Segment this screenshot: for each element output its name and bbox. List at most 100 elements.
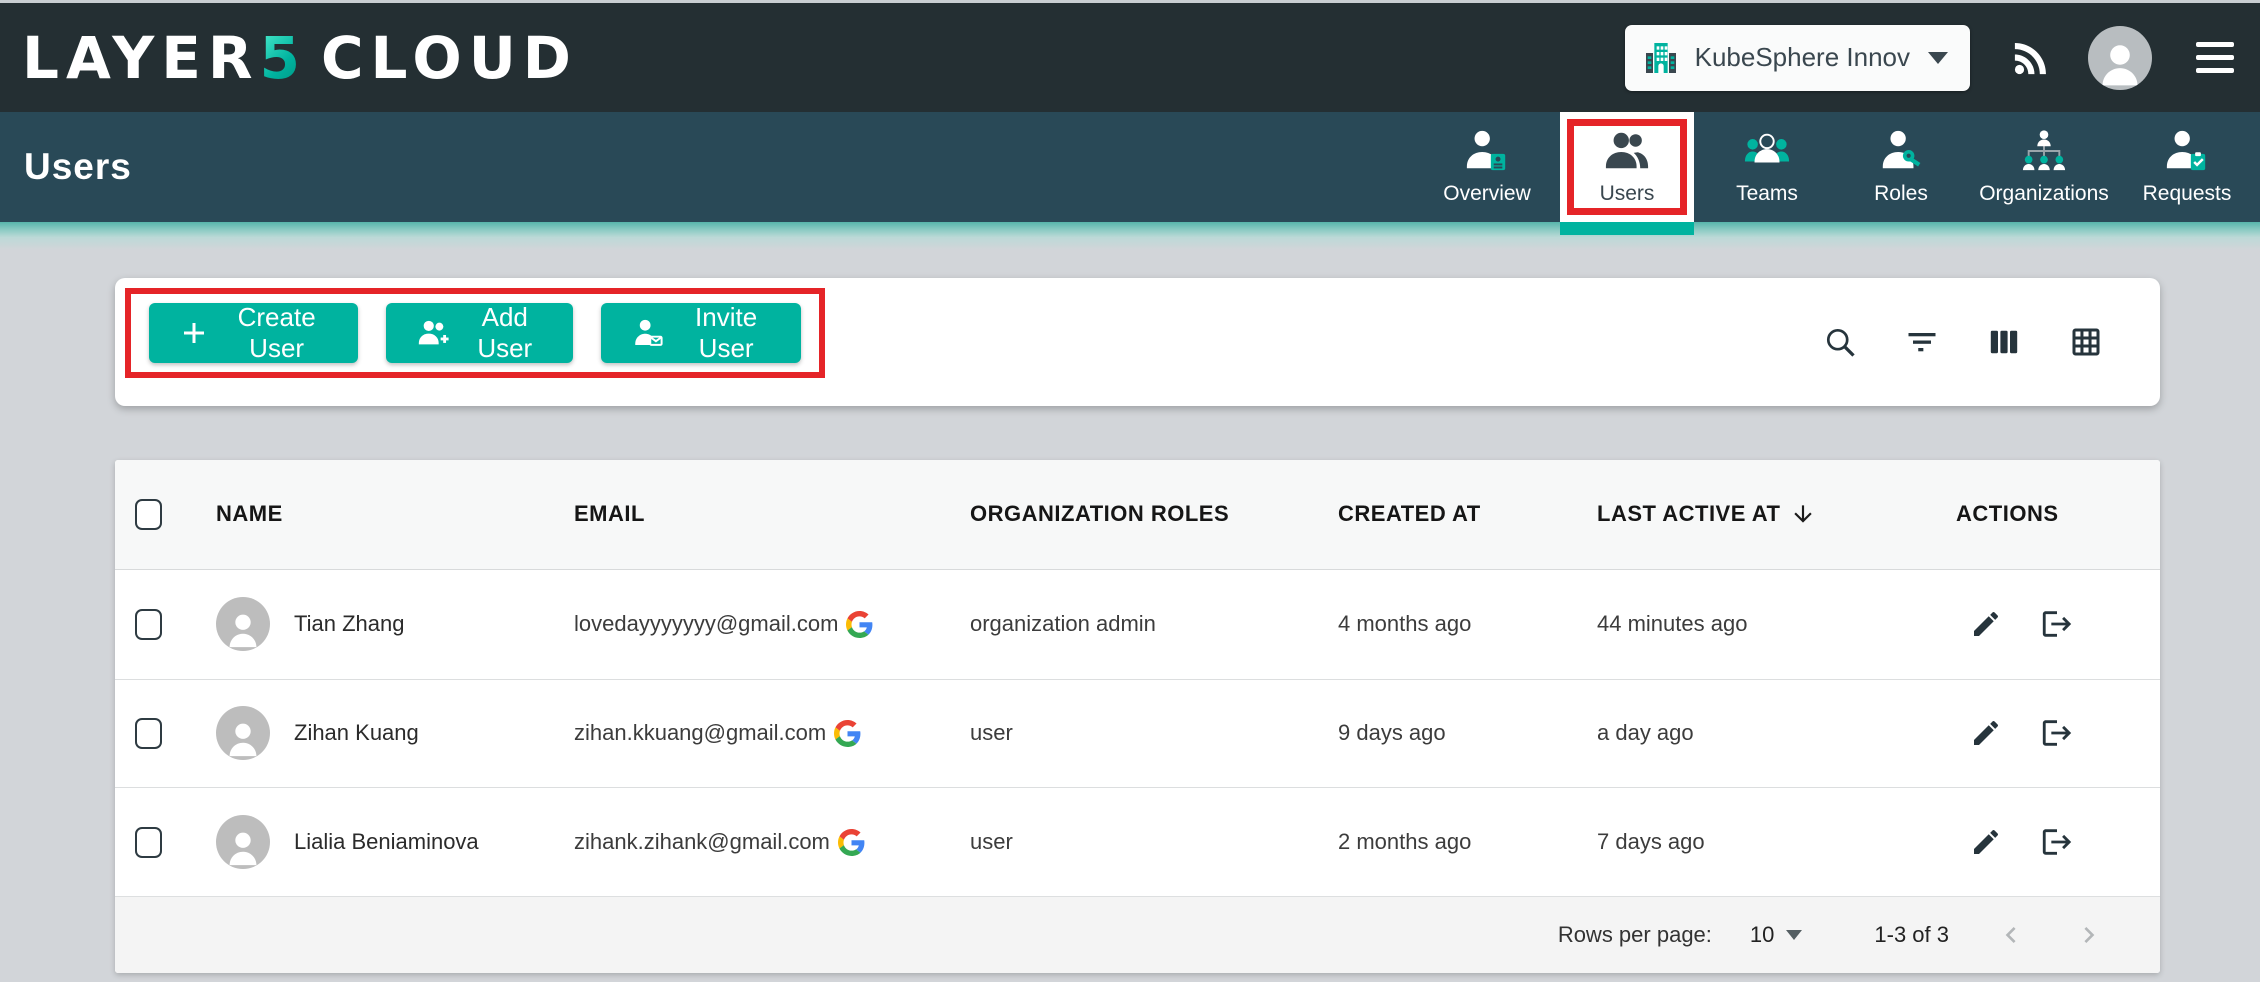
- nav-tab-label: Roles: [1874, 182, 1928, 206]
- person-invite-icon: [631, 316, 665, 350]
- select-all-checkbox[interactable]: [135, 499, 162, 530]
- logo-text-cloud: CLOUD: [321, 24, 578, 92]
- filter-icon: [1904, 324, 1940, 360]
- columns-icon: [1986, 324, 2022, 360]
- chevron-right-icon: [2073, 919, 2105, 951]
- columns-view-button[interactable]: [1986, 324, 2022, 360]
- layer5-cloud-logo[interactable]: LAYER5CLOUD: [22, 24, 578, 92]
- pencil-icon: [1970, 717, 2002, 749]
- nav-tab-label: Teams: [1736, 182, 1798, 206]
- table-row[interactable]: Lialia Beniaminova zihank.zihank@gmail.c…: [115, 787, 2160, 896]
- sort-descending-arrow-icon: [1790, 501, 1816, 527]
- edit-user-button[interactable]: [1970, 717, 2002, 749]
- nav-tab-teams[interactable]: Teams: [1700, 112, 1834, 222]
- annotation-box-user-buttons: Create User Add User: [125, 288, 825, 378]
- search-button[interactable]: [1822, 324, 1858, 360]
- create-user-button[interactable]: Create User: [149, 303, 358, 363]
- people-icon: [1604, 128, 1650, 174]
- row-checkbox[interactable]: [135, 718, 162, 749]
- next-page-button[interactable]: [2073, 919, 2105, 951]
- column-header-email[interactable]: EMAIL: [574, 501, 970, 527]
- organization-role: user: [970, 720, 1338, 746]
- logo-text-layer: LAYER: [22, 24, 260, 92]
- team-icon: [1744, 128, 1790, 174]
- user-name: Zihan Kuang: [294, 720, 419, 746]
- person-badge-icon: [1464, 128, 1510, 174]
- column-header-name[interactable]: NAME: [216, 501, 574, 527]
- filter-button[interactable]: [1904, 324, 1940, 360]
- org-hierarchy-icon: [2021, 128, 2067, 174]
- table-row[interactable]: Tian Zhang lovedayyyyyyy@gmail.com organ…: [115, 570, 2160, 679]
- logout-icon: [2040, 825, 2074, 859]
- organization-role: organization admin: [970, 611, 1338, 637]
- last-active-label: LAST ACTIVE AT: [1597, 501, 1780, 527]
- pagination-range: 1-3 of 3: [1874, 922, 1949, 948]
- users-navbar: Users Overview: [0, 112, 2260, 222]
- add-user-label: Add User: [466, 302, 543, 364]
- user-avatar[interactable]: [2088, 26, 2152, 90]
- avatar: [216, 706, 270, 760]
- organization-name: KubeSphere Innov: [1695, 42, 1910, 73]
- user-name: Tian Zhang: [294, 611, 404, 637]
- user-email: zihan.kkuang@gmail.com: [574, 720, 826, 746]
- nav-tabs: Overview Users: [1420, 112, 2254, 222]
- column-header-actions: ACTIONS: [1956, 501, 2160, 527]
- remove-user-button[interactable]: [2040, 716, 2074, 750]
- main-content: Create User Add User: [0, 250, 2260, 982]
- remove-user-button[interactable]: [2040, 607, 2074, 641]
- nav-tab-overview[interactable]: Overview: [1420, 112, 1554, 222]
- user-name: Lialia Beniaminova: [294, 829, 479, 855]
- create-user-label: Create User: [225, 302, 328, 364]
- nav-tab-label: Users: [1600, 182, 1655, 206]
- grid-view-icon: [2068, 324, 2104, 360]
- rows-per-page-label: Rows per page:: [1558, 922, 1712, 948]
- person-add-icon: [416, 316, 450, 350]
- invite-user-button[interactable]: Invite User: [601, 303, 801, 363]
- previous-page-button[interactable]: [1995, 919, 2027, 951]
- user-email: lovedayyyyyyy@gmail.com: [574, 611, 838, 637]
- rows-per-page-value: 10: [1750, 922, 1774, 948]
- table-row[interactable]: Zihan Kuang zihan.kkuang@gmail.com user …: [115, 679, 2160, 788]
- navbar-gradient-divider: [0, 222, 2260, 250]
- logout-icon: [2040, 607, 2074, 641]
- row-checkbox[interactable]: [135, 609, 162, 640]
- table-header-row: NAME EMAIL ORGANIZATION ROLES CREATED AT…: [115, 460, 2160, 570]
- search-icon: [1822, 324, 1858, 360]
- organization-role: user: [970, 829, 1338, 855]
- notifications-feed-button[interactable]: [2008, 35, 2054, 81]
- nav-tab-organizations[interactable]: Organizations: [1968, 112, 2120, 222]
- row-checkbox[interactable]: [135, 827, 162, 858]
- invite-user-label: Invite User: [681, 302, 771, 364]
- nav-tab-requests[interactable]: Requests: [2120, 112, 2254, 222]
- grid-view-button[interactable]: [2068, 324, 2104, 360]
- rss-icon: [2008, 35, 2054, 81]
- person-clipboard-icon: [2164, 128, 2210, 174]
- column-header-created-at[interactable]: CREATED AT: [1338, 501, 1597, 527]
- person-key-icon: [1878, 128, 1924, 174]
- edit-user-button[interactable]: [1970, 826, 2002, 858]
- google-provider-icon: [846, 611, 873, 638]
- users-table: NAME EMAIL ORGANIZATION ROLES CREATED AT…: [115, 460, 2160, 973]
- column-header-last-active-at[interactable]: LAST ACTIVE AT: [1597, 501, 1956, 527]
- last-active-at: a day ago: [1597, 720, 1956, 746]
- annotation-box-users-tab: Users: [1567, 119, 1687, 215]
- rows-per-page-select[interactable]: 10: [1750, 922, 1802, 948]
- nav-tab-roles[interactable]: Roles: [1834, 112, 1968, 222]
- hamburger-menu-icon[interactable]: [2196, 42, 2234, 73]
- google-provider-icon: [838, 829, 865, 856]
- user-email: zihank.zihank@gmail.com: [574, 829, 830, 855]
- google-provider-icon: [834, 720, 861, 747]
- nav-tab-users[interactable]: Users: [1560, 112, 1694, 222]
- avatar: [216, 815, 270, 869]
- nav-tab-label: Organizations: [1979, 182, 2109, 206]
- created-at: 9 days ago: [1338, 720, 1597, 746]
- add-user-button[interactable]: Add User: [386, 303, 573, 363]
- caret-down-icon: [1928, 52, 1948, 64]
- table-pagination: Rows per page: 10 1-3 of 3: [115, 896, 2160, 973]
- building-icon: [1641, 38, 1681, 78]
- column-header-organization-roles[interactable]: ORGANIZATION ROLES: [970, 501, 1338, 527]
- pencil-icon: [1970, 608, 2002, 640]
- remove-user-button[interactable]: [2040, 825, 2074, 859]
- organization-switcher[interactable]: KubeSphere Innov: [1625, 25, 1970, 91]
- edit-user-button[interactable]: [1970, 608, 2002, 640]
